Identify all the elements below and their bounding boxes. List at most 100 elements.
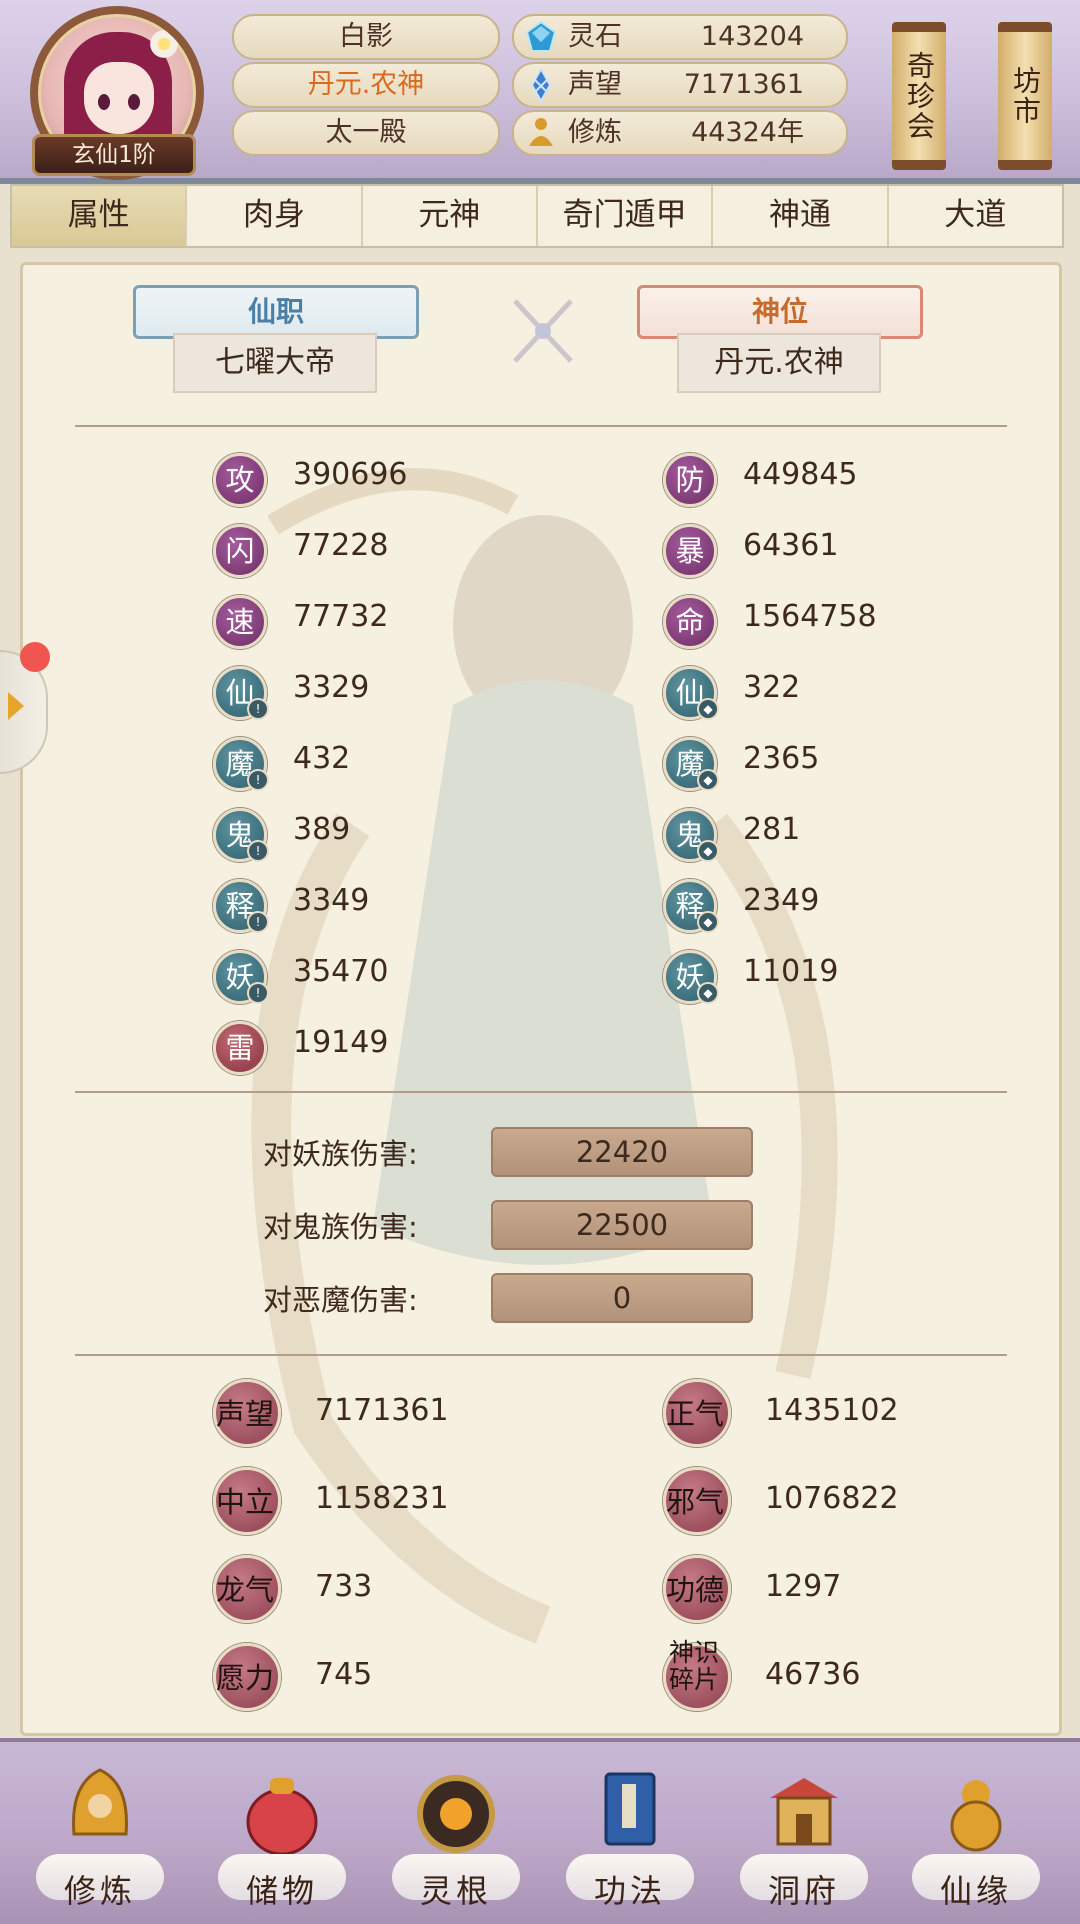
stat-value: 3329 [293,670,370,705]
stat-value: 64361 [743,528,839,563]
tab-qimen[interactable]: 奇门遁甲 [538,186,714,246]
palace-gate-icon [770,1778,838,1846]
stat-value: 35470 [293,954,389,989]
tab-body[interactable]: 肉身 [187,186,363,246]
resource-spirit-stone: 灵石 143204 [512,14,848,60]
exclamation-icon: ! [247,769,269,791]
shield-icon: ◆ [697,911,719,933]
stat-value: 322 [743,670,801,705]
meditation-icon [529,118,553,146]
shield-icon: ◆ [697,840,719,862]
section-divider [75,425,1007,427]
rep-label: 邪气 [665,1485,724,1519]
flower-icon [148,28,180,60]
stat-value: 449845 [743,457,858,492]
spirit-stone-icon [525,20,557,52]
rep-value: 46736 [765,1657,861,1692]
nav-label: 储物 [245,1872,318,1910]
market-button[interactable]: 坊市 [998,22,1052,170]
stat-value: 11019 [743,954,839,989]
avatar-eye [98,94,110,110]
chevron-right-icon [8,692,24,720]
shield-icon: ◆ [697,698,719,720]
prestige-crystal-icon [530,68,552,102]
stat-badge: 闪 [213,524,267,578]
stat-badge: 命 [663,595,717,649]
nav-cultivate[interactable]: 修炼 [30,1754,170,1924]
nav-label: 洞府 [767,1872,840,1910]
nav-cave-dwelling[interactable]: 洞府 [734,1754,874,1924]
stat-value: 2349 [743,883,820,918]
gourd-icon [950,1780,1002,1852]
resource-label: 修炼 [568,117,622,148]
stat-badge: 雷 [213,1021,267,1075]
damage-label: 对妖族伤害: [263,1137,418,1171]
rep-label: 中立 [215,1485,274,1519]
stat-badge: 暴 [663,524,717,578]
stat-value: 77228 [293,528,389,563]
nav-label: 修炼 [63,1872,136,1910]
tab-spirit[interactable]: 元神 [363,186,538,246]
stat-badge: 防 [663,453,717,507]
hooded-monk-icon [72,1768,128,1836]
rep-value: 1435102 [765,1393,899,1428]
rep-value: 7171361 [315,1393,449,1428]
damage-label: 对恶魔伤害: [263,1283,418,1317]
resource-value: 7171361 [683,69,804,100]
player-sect: 太一殿 [232,110,500,156]
shield-icon: ◆ [697,982,719,1004]
attribute-panel: 仙职 七曜大帝 神位 丹元.农神 攻 390696 闪 77228 速 7773… [20,262,1062,1736]
stat-value: 3349 [293,883,370,918]
stat-value: 2365 [743,741,820,776]
resource-label: 灵石 [568,21,622,52]
stat-value: 1564758 [743,599,877,634]
rep-label: 正气 [665,1397,724,1431]
rep-value: 745 [315,1657,373,1692]
damage-value: 22500 [491,1200,753,1250]
crossed-swords-icon [513,299,573,363]
deity-title-banner: 神位 [637,285,923,339]
notification-dot [20,642,50,672]
resource-value: 143204 [700,21,804,52]
tab-abilities[interactable]: 神通 [713,186,889,246]
rank-label: 玄仙1阶 [32,134,196,176]
rep-value: 733 [315,1569,373,1604]
rep-label: 神识碎片 [668,1638,719,1694]
avatar-eye [128,94,140,110]
shield-icon: ◆ [697,769,719,791]
tab-dao[interactable]: 大道 [889,186,1062,246]
stat-value: 19149 [293,1025,389,1060]
stat-value: 432 [293,741,351,776]
section-divider [75,1354,1007,1356]
exclamation-icon: ! [247,982,269,1004]
rep-value: 1158231 [315,1481,449,1516]
exclamation-icon: ! [247,840,269,862]
treasure-bag-icon [246,1778,318,1856]
treasure-fair-button[interactable]: 奇珍会 [892,22,946,170]
nav-storage[interactable]: 储物 [212,1754,352,1924]
nav-label: 灵根 [419,1872,492,1910]
book-icon [604,1772,656,1846]
damage-value: 0 [491,1273,753,1323]
section-divider [75,1091,1007,1093]
stat-value: 390696 [293,457,408,492]
rep-value: 1297 [765,1569,842,1604]
exclamation-icon: ! [247,911,269,933]
nav-immortal-fate[interactable]: 仙缘 [906,1754,1046,1924]
deity-title-value: 丹元.农神 [677,333,881,393]
damage-value: 22420 [491,1127,753,1177]
resource-label: 声望 [568,69,622,100]
rep-label: 龙气 [215,1573,274,1607]
attribute-tabs: 属性 肉身 元神 奇门遁甲 神通 大道 [10,184,1064,248]
rep-label: 声望 [215,1397,274,1431]
resource-value: 44324年 [691,117,804,148]
nav-techniques[interactable]: 功法 [560,1754,700,1924]
tab-attributes[interactable]: 属性 [12,186,188,246]
stat-value: 77732 [293,599,389,634]
avatar-face [84,62,154,134]
office-title-value: 七曜大帝 [173,333,377,393]
top-header: 玄仙1阶 白影 丹元.农神 太一殿 灵石 143204 声望 7171361 修… [0,0,1080,184]
nav-spirit-root[interactable]: 灵根 [386,1754,526,1924]
stat-badge: 速 [213,595,267,649]
triskelion-orb-icon [417,1775,495,1853]
